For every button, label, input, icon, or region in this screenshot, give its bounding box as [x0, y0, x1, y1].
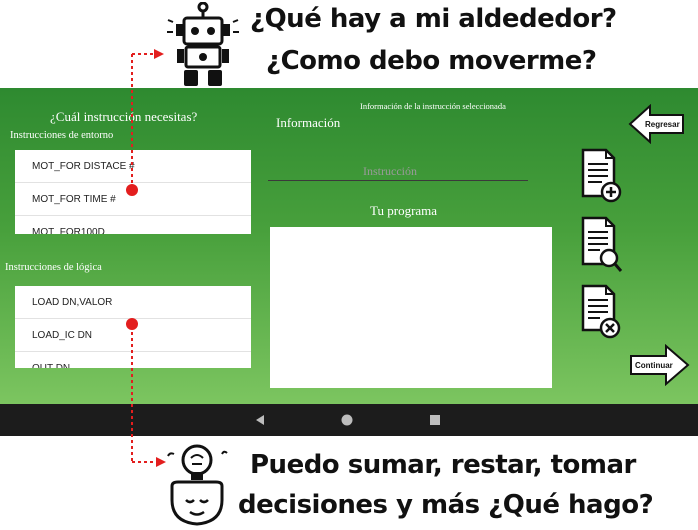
logic-instructions-title: Instrucciones de lógica	[5, 262, 102, 273]
marker-logic-list	[126, 318, 138, 330]
caption-movement: ¿Como debo moverme?	[266, 46, 597, 76]
program-area[interactable]	[270, 227, 552, 388]
list-item[interactable]: LOAD DN,VALOR	[15, 286, 251, 319]
continue-label: Continuar	[635, 361, 673, 370]
instruction-field[interactable]: Instrucción	[363, 164, 417, 179]
home-nav-icon[interactable]	[340, 413, 354, 427]
caption-decisions: decisiones y más ¿Qué hago?	[238, 490, 654, 520]
search-document-icon[interactable]	[580, 216, 624, 274]
connector-top	[131, 49, 164, 190]
recents-nav-icon[interactable]	[429, 414, 441, 426]
navigation-bar	[0, 404, 698, 436]
marker-env-list	[126, 184, 138, 196]
caption-operations: Puedo sumar, restar, tomar	[250, 450, 636, 480]
back-nav-icon[interactable]	[254, 414, 266, 426]
env-instructions-title: Instrucciones de entorno	[10, 130, 114, 141]
add-document-icon[interactable]	[580, 148, 622, 204]
caption-surroundings: ¿Qué hay a mi aldededor?	[250, 4, 617, 34]
delete-document-icon[interactable]	[580, 284, 622, 340]
continue-button[interactable]: Continuar	[628, 343, 690, 387]
selected-info-caption: Información de la instrucción selecciona…	[360, 101, 506, 111]
program-title: Tu programa	[370, 203, 438, 218]
mind-head-icon	[167, 444, 228, 526]
back-label: Regresar	[645, 120, 680, 129]
list-item[interactable]: MOT_FOR100D	[15, 216, 251, 235]
instruction-underline	[268, 180, 528, 181]
info-title: Información	[276, 115, 341, 130]
back-button[interactable]: Regresar	[628, 103, 686, 145]
tablet-screen: ¿Cuál instrucción necesitas? Instruccion…	[0, 88, 698, 404]
robot-icon	[167, 2, 239, 86]
connector-bottom	[131, 326, 166, 467]
